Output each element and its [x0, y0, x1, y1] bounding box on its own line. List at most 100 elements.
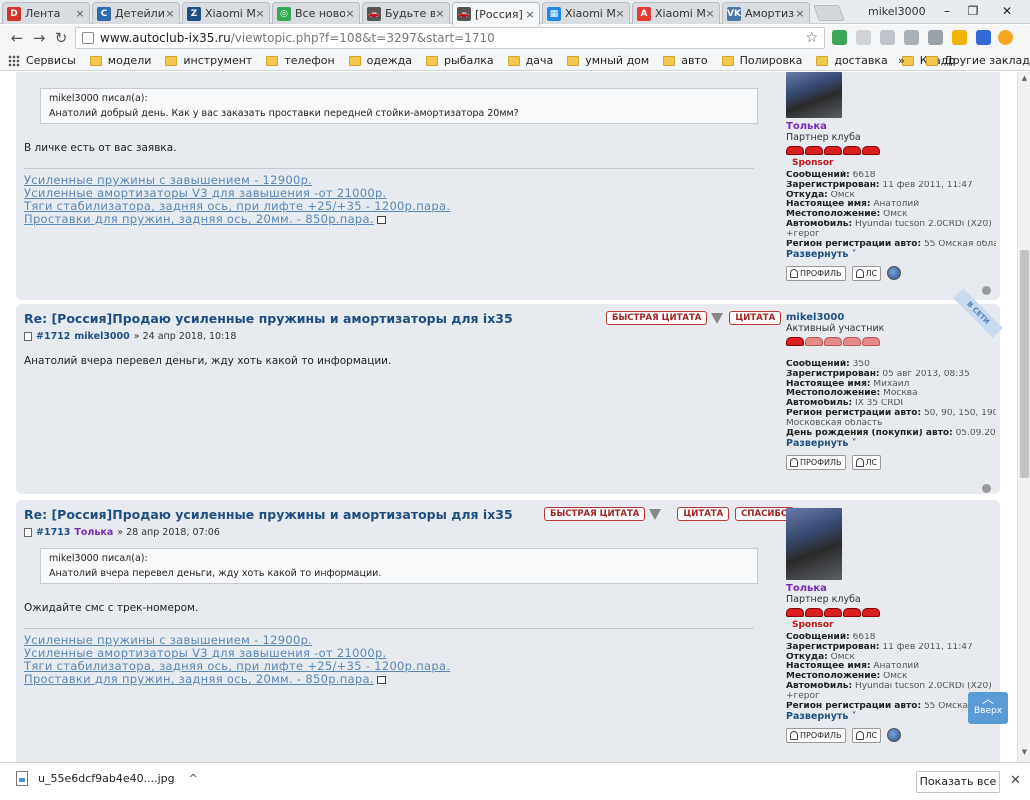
extension-camera-icon[interactable]	[880, 30, 895, 45]
download-item[interactable]: u_55e6dcf9ab4e40....jpg ^	[16, 771, 198, 786]
forward-icon[interactable]: →	[30, 29, 48, 47]
scrollbar-thumb[interactable]	[1020, 250, 1029, 478]
rank-car-icon	[843, 337, 861, 346]
post-number[interactable]: #1712	[36, 331, 70, 342]
bookmark-folder[interactable]: доставка	[816, 54, 888, 67]
bookmark-folder[interactable]: умный дом	[567, 54, 649, 67]
tab-favicon-icon: ◎	[277, 6, 291, 21]
post-author[interactable]: mikel3000	[74, 331, 129, 342]
bookmark-star-icon[interactable]: ☆	[805, 30, 818, 46]
new-tab-button[interactable]	[813, 5, 845, 21]
back-to-top-icon[interactable]	[982, 484, 991, 493]
quick-quote-button[interactable]: БЫСТРАЯ ЦИТАТА	[606, 311, 708, 325]
post-number[interactable]: #1713	[36, 527, 70, 538]
tab-title: [Россия]	[475, 7, 523, 21]
browser-tab[interactable]: Z Xiaomi M ×	[182, 2, 270, 24]
post-link-icon[interactable]	[24, 528, 32, 537]
expand-profile-link[interactable]: Развернуть ˅	[786, 438, 996, 449]
external-link-icon	[376, 216, 386, 224]
profile-name[interactable]: mikel3000	[786, 312, 996, 323]
profile-button[interactable]: ПРОФИЛЬ	[786, 266, 846, 282]
report-icon[interactable]	[649, 508, 662, 520]
post-actions: БЫСТРАЯ ЦИТАТА ЦИТАТА	[600, 311, 782, 325]
browser-tab[interactable]: C Детейлинг×	[92, 2, 180, 24]
tab-close-icon[interactable]: ×	[75, 7, 85, 20]
extension-orange-icon[interactable]	[998, 30, 1013, 45]
other-bookmarks[interactable]: Другие закладки	[926, 54, 1030, 67]
pm-button[interactable]: ЛС	[851, 728, 882, 744]
tab-close-icon[interactable]: ×	[795, 7, 805, 20]
extension-tool-icon[interactable]	[976, 30, 991, 45]
bookmark-folder[interactable]: дача	[507, 54, 553, 67]
tab-close-icon[interactable]: ×	[615, 7, 625, 20]
extension-cloud-icon[interactable]	[856, 30, 871, 45]
browser-tab[interactable]: ▦ Xiaomi M ×	[542, 2, 630, 24]
tab-title: Xiaomi M	[205, 7, 255, 20]
profile-name[interactable]: mikel3000	[868, 5, 926, 18]
extension-bulb-icon[interactable]	[952, 30, 967, 45]
pm-button[interactable]: ЛС	[851, 455, 882, 471]
report-icon[interactable]	[711, 312, 724, 324]
bookmark-folder[interactable]: одежда	[348, 54, 412, 67]
extension-shield-icon[interactable]	[832, 30, 847, 45]
restore-icon[interactable]: ❐	[962, 2, 984, 20]
bookmark-folder[interactable]: телефон	[266, 54, 335, 67]
browser-tab[interactable]: ◎ Все ново ×	[272, 2, 360, 24]
browser-tab[interactable]: D Лента ×	[2, 2, 90, 24]
show-all-downloads-button[interactable]: Показать все	[916, 771, 1000, 793]
chevron-up-icon[interactable]: ^	[189, 772, 198, 785]
profile-button[interactable]: ПРОФИЛЬ	[786, 455, 846, 471]
signature-link[interactable]: Проставки для пружин, задняя ось, 20мм. …	[24, 672, 374, 686]
tab-close-icon[interactable]: ×	[705, 7, 715, 20]
avatar[interactable]	[786, 508, 842, 580]
contact-buttons: ПРОФИЛЬ ЛС	[786, 455, 996, 471]
bookmark-folder[interactable]: Полировка	[721, 54, 802, 67]
signature-link[interactable]: Проставки для пружин, задняя ось, 20мм. …	[24, 212, 374, 226]
browser-tab[interactable]: A Xiaomi M ×	[632, 2, 720, 24]
rank-car-icon	[805, 337, 823, 346]
back-to-top-icon[interactable]	[982, 286, 991, 295]
reload-icon[interactable]: ↻	[52, 29, 70, 47]
scroll-to-top-button[interactable]: ︿ Вверх	[968, 692, 1008, 724]
extension-screen-icon[interactable]	[904, 30, 919, 45]
browser-tab[interactable]: VK Амортиз ×	[722, 2, 810, 24]
profile-name[interactable]: Толька	[786, 583, 996, 594]
tab-close-icon[interactable]: ×	[255, 7, 265, 20]
browser-tab[interactable]: 🚗 [Россия] ×	[452, 2, 540, 25]
post-author[interactable]: Толька	[74, 527, 113, 538]
close-icon[interactable]: ✕	[1010, 773, 1021, 788]
website-globe-icon[interactable]	[887, 728, 902, 743]
pm-button[interactable]: ЛС	[851, 266, 882, 282]
scroll-down-arrow-icon[interactable]: ▼	[1020, 748, 1029, 758]
apps-grid-icon[interactable]	[8, 54, 20, 67]
profile-name[interactable]: Толька	[786, 121, 996, 132]
vertical-scrollbar[interactable]: ▲ ▼	[1017, 72, 1030, 762]
address-bar[interactable]: www.autoclub-ix35.ru/viewtopic.php?f=108…	[75, 27, 825, 49]
bookmark-folder[interactable]: инструмент	[165, 54, 252, 67]
extension-box-icon[interactable]	[928, 30, 943, 45]
profile-button[interactable]: ПРОФИЛЬ	[786, 728, 846, 744]
browser-tab[interactable]: 🚗 Будьте в ×	[362, 2, 450, 24]
post-link-icon[interactable]	[24, 332, 32, 341]
bookmark-folder[interactable]: рыбалка	[426, 54, 494, 67]
bookmarks-more-button[interactable]: »	[898, 54, 905, 67]
tab-close-icon[interactable]: ×	[525, 8, 535, 21]
bookmark-folder[interactable]: авто	[663, 54, 708, 67]
expand-profile-link[interactable]: Развернуть ˅	[786, 711, 996, 722]
close-window-icon[interactable]: ✕	[996, 2, 1018, 20]
quote-button[interactable]: ЦИТАТА	[677, 507, 730, 521]
scroll-up-arrow-icon[interactable]: ▲	[1020, 74, 1029, 84]
tab-close-icon[interactable]: ×	[435, 7, 445, 20]
quick-quote-button[interactable]: БЫСТРАЯ ЦИТАТА	[544, 507, 646, 521]
expand-profile-link[interactable]: Развернуть ˅	[786, 249, 996, 260]
avatar[interactable]	[786, 72, 842, 118]
minimize-icon[interactable]: –	[936, 2, 958, 20]
page-info-icon[interactable]	[82, 32, 94, 44]
tab-close-icon[interactable]: ×	[345, 7, 355, 20]
quote-button[interactable]: ЦИТАТА	[729, 311, 782, 325]
bookmark-services[interactable]: Сервисы	[26, 54, 76, 67]
website-globe-icon[interactable]	[887, 266, 902, 281]
bookmark-folder[interactable]: модели	[89, 54, 151, 67]
back-icon[interactable]: ←	[8, 29, 26, 47]
tab-close-icon[interactable]: ×	[165, 7, 175, 20]
